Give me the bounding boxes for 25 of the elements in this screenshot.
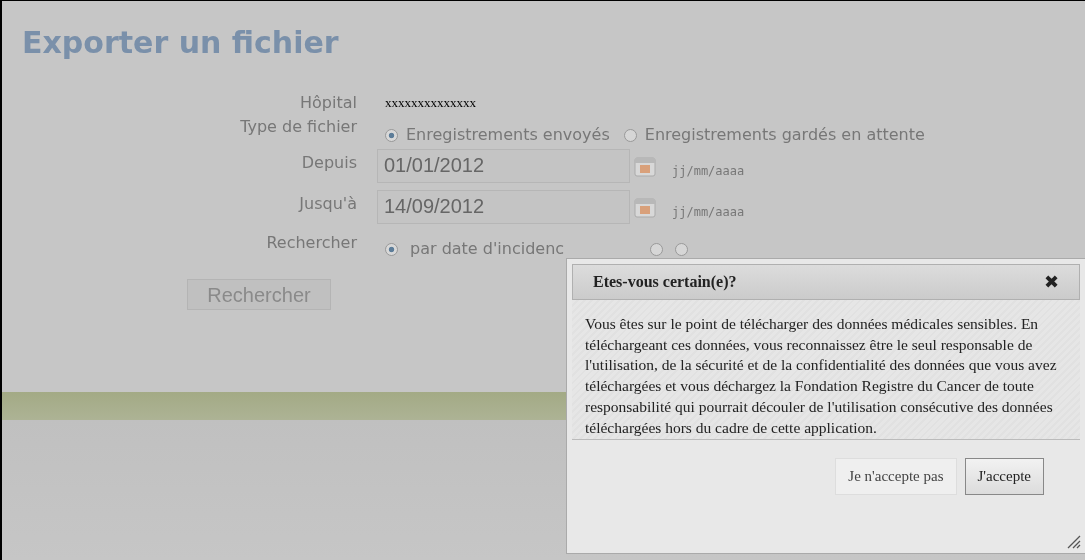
- field-label: Jusqu'à: [297, 193, 357, 215]
- date-format-hint: jj/mm/aaaa: [672, 203, 745, 221]
- dialog-button[interactable]: J'accepte: [964, 458, 1044, 495]
- radio-button[interactable]: [650, 242, 664, 256]
- field-label: Hôpital: [299, 92, 357, 114]
- field-label: Type de fichier: [239, 116, 357, 138]
- resize-grip-icon[interactable]: [1067, 535, 1081, 549]
- radio-button[interactable]: [675, 242, 689, 256]
- field-label: Rechercher: [265, 232, 357, 254]
- radio-label: Enregistrements envoyés: [406, 124, 610, 146]
- radio-label: par date d'incidenc: [410, 238, 565, 260]
- page-title: Exporter un fichier: [22, 24, 340, 62]
- radio-button[interactable]: [623, 128, 637, 142]
- dialog-button[interactable]: Je n'accepte pas: [835, 458, 957, 495]
- hospital-value: xxxxxxxxxxxxxx: [384, 94, 477, 112]
- dialog-title: Etes-vous certain(e)?: [593, 272, 737, 293]
- radio-button[interactable]: [385, 242, 398, 256]
- date-format-hint: jj/mm/aaaa: [672, 162, 745, 180]
- dialog-message: Vous êtes sur le point de télécharger des données médicales sensibles. En téléchargeant ces données, vous reconnaissez être le seul responsable de l'utilisation, de la sécurité et de la confidentialité des données que vous avez téléchargées et vous déchargez la Fondation Registre du Cancer de toute responsabilité qui pourrait découler de l'utilisation consécutive des données téléchargées hors du cadre de cette application.: [572, 300, 1080, 440]
- field-label: Depuis: [300, 152, 357, 174]
- radio-label: Enregistrements gardés en attente: [644, 124, 925, 146]
- calendar-icon[interactable]: [634, 154, 656, 177]
- calendar-icon[interactable]: [634, 195, 656, 218]
- close-button[interactable]: ✖: [1044, 273, 1059, 291]
- radio-button[interactable]: [385, 128, 398, 142]
